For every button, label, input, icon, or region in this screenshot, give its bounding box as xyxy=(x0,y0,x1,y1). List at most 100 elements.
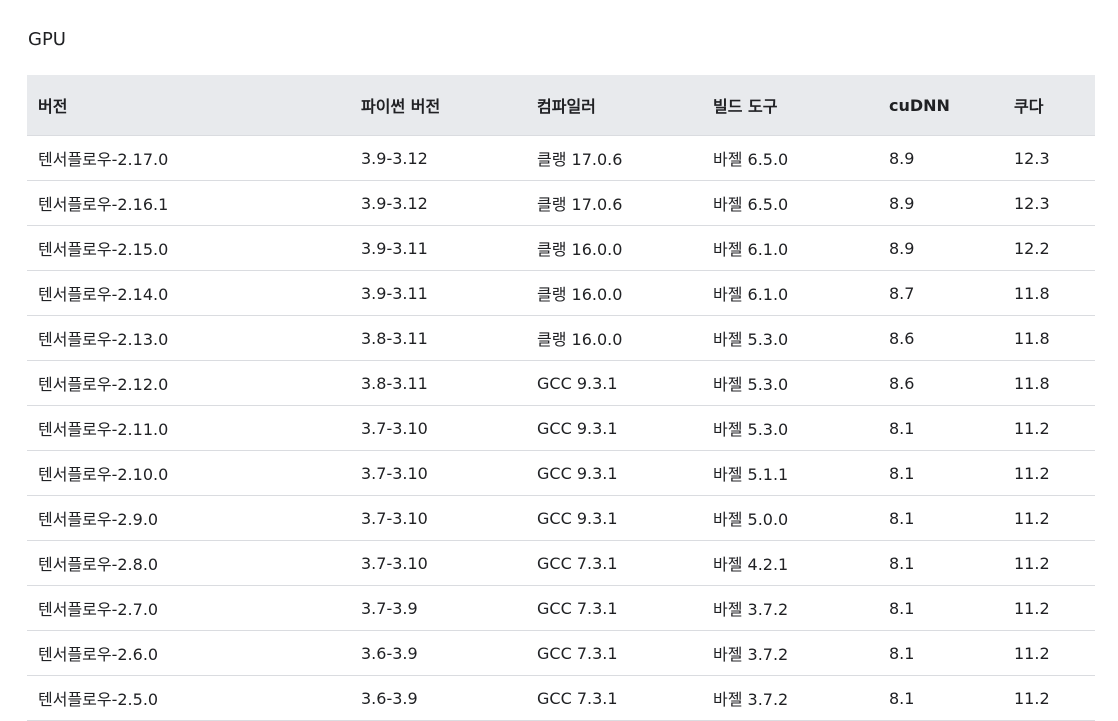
cell-version: 텐서플로우-2.9.0 xyxy=(27,495,350,541)
cell-build-tool: 바젤 5.3.0 xyxy=(702,405,878,451)
cell-version: 텐서플로우-2.11.0 xyxy=(27,405,350,451)
cell-build-tool: 바젤 5.0.0 xyxy=(702,495,878,541)
cell-compiler: 클랭 17.0.6 xyxy=(526,135,702,181)
cell-compiler: GCC 7.3.1 xyxy=(526,630,702,676)
cell-build-tool: 바젤 3.7.2 xyxy=(702,675,878,721)
cell-compiler: 클랭 17.0.6 xyxy=(526,180,702,226)
cell-build-tool: 바젤 4.2.1 xyxy=(702,540,878,586)
cell-python-version: 3.7-3.10 xyxy=(350,540,526,586)
table-row: 텐서플로우-2.17.0 3.9-3.12 클랭 17.0.6 바젤 6.5.0 8.9… xyxy=(27,135,1095,181)
table-header-row: 버전 파이썬 버전 컴파일러 빌드 도구 cuDNN 쿠다 xyxy=(27,75,1095,136)
table-row: 텐서플로우-2.7.0 3.7-3.9 GCC 7.3.1 바젤 3.7.2 8.1 11… xyxy=(27,585,1095,631)
cell-compiler: GCC 7.3.1 xyxy=(526,585,702,631)
cell-python-version: 3.6-3.9 xyxy=(350,630,526,676)
header-cuda: 쿠다 xyxy=(1003,75,1095,136)
cell-build-tool: 바젤 5.3.0 xyxy=(702,315,878,361)
table-row: 텐서플로우-2.5.0 3.6-3.9 GCC 7.3.1 바젤 3.7.2 8.1 11… xyxy=(27,675,1095,721)
cell-cudnn: 8.1 xyxy=(878,630,1003,676)
cell-compiler: GCC 9.3.1 xyxy=(526,360,702,406)
cell-cudnn: 8.1 xyxy=(878,585,1003,631)
cell-version: 텐서플로우-2.14.0 xyxy=(27,270,350,316)
cell-python-version: 3.9-3.12 xyxy=(350,135,526,181)
gpu-compat-table: 버전 파이썬 버전 컴파일러 빌드 도구 cuDNN 쿠다 텐서플로우-2.17… xyxy=(27,75,1095,721)
cell-python-version: 3.9-3.11 xyxy=(350,225,526,271)
table-row: 텐서플로우-2.6.0 3.6-3.9 GCC 7.3.1 바젤 3.7.2 8.1 11… xyxy=(27,630,1095,676)
cell-python-version: 3.7-3.9 xyxy=(350,585,526,631)
header-python-version: 파이썬 버전 xyxy=(350,75,526,136)
cell-build-tool: 바젤 3.7.2 xyxy=(702,585,878,631)
section-title: GPU xyxy=(28,29,66,50)
cell-compiler: GCC 9.3.1 xyxy=(526,450,702,496)
table-row: 텐서플로우-2.15.0 3.9-3.11 클랭 16.0.0 바젤 6.1.0 8.9… xyxy=(27,225,1095,271)
cell-cudnn: 8.1 xyxy=(878,405,1003,451)
cell-python-version: 3.6-3.9 xyxy=(350,675,526,721)
table-row: 텐서플로우-2.14.0 3.9-3.11 클랭 16.0.0 바젤 6.1.0 8.7… xyxy=(27,270,1095,316)
cell-cuda: 12.2 xyxy=(1003,225,1095,271)
cell-python-version: 3.8-3.11 xyxy=(350,360,526,406)
table-row: 텐서플로우-2.12.0 3.8-3.11 GCC 9.3.1 바젤 5.3.0 8.6… xyxy=(27,360,1095,406)
cell-compiler: GCC 7.3.1 xyxy=(526,540,702,586)
cell-version: 텐서플로우-2.16.1 xyxy=(27,180,350,226)
cell-cuda: 11.8 xyxy=(1003,360,1095,406)
cell-build-tool: 바젤 5.1.1 xyxy=(702,450,878,496)
cell-build-tool: 바젤 6.5.0 xyxy=(702,180,878,226)
cell-compiler: 클랭 16.0.0 xyxy=(526,315,702,361)
cell-cudnn: 8.1 xyxy=(878,675,1003,721)
cell-cudnn: 8.1 xyxy=(878,540,1003,586)
cell-cudnn: 8.6 xyxy=(878,360,1003,406)
table-row: 텐서플로우-2.8.0 3.7-3.10 GCC 7.3.1 바젤 4.2.1 8.1 1… xyxy=(27,540,1095,586)
gpu-compat-table-container: 버전 파이썬 버전 컴파일러 빌드 도구 cuDNN 쿠다 텐서플로우-2.17… xyxy=(27,75,1095,721)
cell-build-tool: 바젤 6.1.0 xyxy=(702,270,878,316)
cell-python-version: 3.9-3.11 xyxy=(350,270,526,316)
cell-cudnn: 8.9 xyxy=(878,180,1003,226)
cell-build-tool: 바젤 6.5.0 xyxy=(702,135,878,181)
table-row: 텐서플로우-2.13.0 3.8-3.11 클랭 16.0.0 바젤 5.3.0 8.6… xyxy=(27,315,1095,361)
table-row: 텐서플로우-2.16.1 3.9-3.12 클랭 17.0.6 바젤 6.5.0 8.9… xyxy=(27,180,1095,226)
cell-version: 텐서플로우-2.15.0 xyxy=(27,225,350,271)
cell-compiler: GCC 9.3.1 xyxy=(526,495,702,541)
cell-compiler: GCC 9.3.1 xyxy=(526,405,702,451)
cell-build-tool: 바젤 5.3.0 xyxy=(702,360,878,406)
cell-compiler: 클랭 16.0.0 xyxy=(526,225,702,271)
cell-cudnn: 8.9 xyxy=(878,225,1003,271)
cell-cuda: 11.2 xyxy=(1003,450,1095,496)
cell-cuda: 12.3 xyxy=(1003,180,1095,226)
header-compiler: 컴파일러 xyxy=(526,75,702,136)
cell-cuda: 11.2 xyxy=(1003,630,1095,676)
cell-version: 텐서플로우-2.8.0 xyxy=(27,540,350,586)
cell-cuda: 11.8 xyxy=(1003,315,1095,361)
header-cudnn: cuDNN xyxy=(878,75,1003,136)
cell-python-version: 3.7-3.10 xyxy=(350,495,526,541)
cell-compiler: 클랭 16.0.0 xyxy=(526,270,702,316)
cell-cuda: 11.2 xyxy=(1003,585,1095,631)
cell-version: 텐서플로우-2.12.0 xyxy=(27,360,350,406)
cell-python-version: 3.7-3.10 xyxy=(350,450,526,496)
cell-cuda: 12.3 xyxy=(1003,135,1095,181)
cell-compiler: GCC 7.3.1 xyxy=(526,675,702,721)
cell-python-version: 3.8-3.11 xyxy=(350,315,526,361)
cell-build-tool: 바젤 6.1.0 xyxy=(702,225,878,271)
cell-cudnn: 8.1 xyxy=(878,495,1003,541)
cell-version: 텐서플로우-2.7.0 xyxy=(27,585,350,631)
cell-cudnn: 8.6 xyxy=(878,315,1003,361)
header-version: 버전 xyxy=(27,75,350,136)
cell-cudnn: 8.9 xyxy=(878,135,1003,181)
cell-cuda: 11.2 xyxy=(1003,675,1095,721)
cell-python-version: 3.9-3.12 xyxy=(350,180,526,226)
cell-version: 텐서플로우-2.5.0 xyxy=(27,675,350,721)
cell-cuda: 11.8 xyxy=(1003,270,1095,316)
table-body: 텐서플로우-2.17.0 3.9-3.12 클랭 17.0.6 바젤 6.5.0 8.9… xyxy=(27,135,1095,721)
table-row: 텐서플로우-2.11.0 3.7-3.10 GCC 9.3.1 바젤 5.3.0 8.1… xyxy=(27,405,1095,451)
cell-version: 텐서플로우-2.13.0 xyxy=(27,315,350,361)
cell-cuda: 11.2 xyxy=(1003,495,1095,541)
cell-cuda: 11.2 xyxy=(1003,405,1095,451)
table-row: 텐서플로우-2.10.0 3.7-3.10 GCC 9.3.1 바젤 5.1.1 8.1… xyxy=(27,450,1095,496)
cell-cuda: 11.2 xyxy=(1003,540,1095,586)
cell-python-version: 3.7-3.10 xyxy=(350,405,526,451)
table-row: 텐서플로우-2.9.0 3.7-3.10 GCC 9.3.1 바젤 5.0.0 8.1 1… xyxy=(27,495,1095,541)
cell-cudnn: 8.1 xyxy=(878,450,1003,496)
cell-version: 텐서플로우-2.6.0 xyxy=(27,630,350,676)
cell-cudnn: 8.7 xyxy=(878,270,1003,316)
cell-build-tool: 바젤 3.7.2 xyxy=(702,630,878,676)
cell-version: 텐서플로우-2.17.0 xyxy=(27,135,350,181)
